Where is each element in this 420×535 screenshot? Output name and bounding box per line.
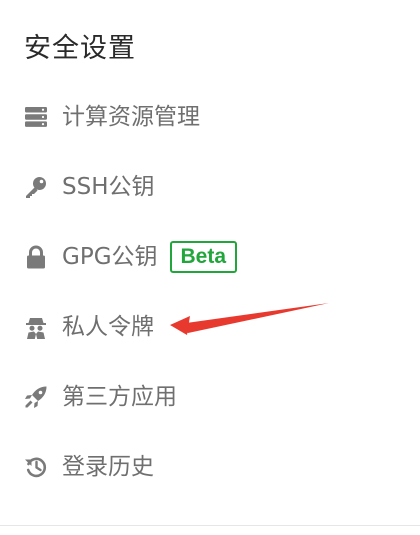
sidebar-item-label: 私人令牌	[62, 313, 154, 340]
security-menu: 计算资源管理 SSH公钥 GPG公钥 Beta 私人令牌 第三方应用 登录历史	[24, 82, 404, 502]
history-icon	[24, 455, 48, 479]
sidebar-item-compute-resources[interactable]: 计算资源管理	[24, 82, 404, 152]
sidebar-item-third-party-apps[interactable]: 第三方应用	[24, 362, 404, 432]
key-icon	[24, 175, 48, 199]
incognito-icon	[24, 315, 48, 339]
page-title: 安全设置	[24, 33, 136, 64]
security-settings-panel: 安全设置 计算资源管理 SSH公钥 GPG公钥 Beta 私人令牌 第三方应用 …	[0, 0, 420, 535]
sidebar-item-label: GPG公钥	[62, 243, 158, 270]
sidebar-item-label: SSH公钥	[62, 173, 155, 200]
sidebar-item-label: 第三方应用	[62, 383, 177, 410]
rocket-icon	[24, 385, 48, 409]
sidebar-item-personal-tokens[interactable]: 私人令牌	[24, 292, 404, 362]
divider	[0, 525, 420, 526]
lock-icon	[24, 245, 48, 269]
sidebar-item-ssh-keys[interactable]: SSH公钥	[24, 152, 404, 222]
server-icon	[24, 105, 48, 129]
sidebar-item-label: 计算资源管理	[62, 103, 200, 130]
sidebar-item-login-history[interactable]: 登录历史	[24, 432, 404, 502]
beta-badge: Beta	[169, 241, 238, 273]
sidebar-item-label: 登录历史	[62, 453, 154, 480]
sidebar-item-gpg-keys[interactable]: GPG公钥 Beta	[24, 222, 404, 292]
